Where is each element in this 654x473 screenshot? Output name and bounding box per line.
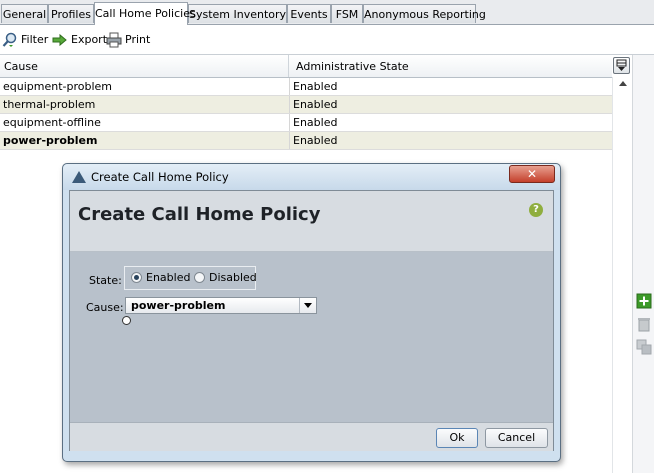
export-arrow-icon [52,32,68,48]
close-button[interactable]: ✕ [509,165,555,183]
tab-strip: General Profiles Call Home Policies Syst… [0,0,654,25]
cause-cell: thermal-problem [0,96,290,114]
cause-selected-value: power-problem [131,299,226,312]
state-label: State: [89,274,122,287]
state-enabled-radio[interactable]: Enabled [131,271,190,284]
column-header-administrative-state[interactable]: Administrative State [290,55,612,77]
table-header: Cause Administrative State [0,55,612,78]
table-row[interactable]: equipment-offline Enabled [0,114,612,132]
state-cell: Enabled [293,98,338,111]
tab-general[interactable]: General [1,4,48,23]
tab-system-inventory[interactable]: System Inventory [188,4,287,23]
printer-icon [106,32,122,48]
add-button[interactable] [636,293,652,309]
close-icon: ✕ [526,167,538,181]
tab-profiles[interactable]: Profiles [48,4,94,23]
side-action-bar [632,55,654,473]
filter-label: Filter [21,33,49,46]
print-label: Print [125,33,151,46]
radio-selected-icon [131,272,142,283]
cause-label: Cause: [86,301,124,314]
export-label: Export [71,33,108,46]
dialog-header: Create Call Home Policy ? [70,191,553,252]
dialog-content: Create Call Home Policy ? State: Enabled… [69,190,554,451]
dialog-footer: Ok Cancel [70,422,553,451]
state-enabled-label: Enabled [146,271,191,284]
tab-events[interactable]: Events [287,4,331,23]
state-cell: Enabled [293,116,338,129]
cause-cell: power-problem [0,132,290,150]
table-row-selected[interactable]: power-problem Enabled [0,132,612,150]
scroll-up-arrow-icon[interactable] [613,77,633,91]
table-scrollbar[interactable] [612,77,633,473]
delete-button[interactable] [636,316,652,332]
cause-dropdown[interactable]: power-problem [125,297,317,314]
cancel-button[interactable]: Cancel [485,428,548,448]
tab-fsm[interactable]: FSM [331,4,363,23]
dialog-heading: Create Call Home Policy [78,204,321,225]
dialog-window-title: Create Call Home Policy [91,170,229,184]
info-marker-icon [122,316,131,325]
tab-call-home-policies[interactable]: Call Home Policies [94,2,196,25]
properties-button[interactable] [636,339,652,355]
state-cell: Enabled [293,80,338,93]
column-chooser-icon [616,59,627,71]
filter-button[interactable]: Filter [2,31,48,48]
cause-cell: equipment-offline [0,114,290,132]
app-logo-icon [72,171,86,183]
radio-unselected-icon [194,272,205,283]
table-row[interactable]: thermal-problem Enabled [0,96,612,114]
cause-cell: equipment-problem [0,78,290,96]
ok-button[interactable]: Ok [436,428,478,448]
dialog-form: State: Enabled Disabled Cause: power-pro… [70,252,553,422]
tab-anonymous-reporting[interactable]: Anonymous Reporting [363,4,486,23]
dialog-titlebar[interactable]: Create Call Home Policy ✕ [63,164,560,190]
properties-icon [636,339,652,355]
state-disabled-radio[interactable]: Disabled [194,271,257,284]
state-disabled-label: Disabled [209,271,257,284]
trash-icon [638,318,650,332]
print-button[interactable]: Print [106,31,150,48]
create-call-home-policy-dialog: Create Call Home Policy ✕ Create Call Ho… [62,163,561,462]
help-icon[interactable]: ? [529,203,543,217]
filter-icon [2,32,18,48]
toolbar: Filter Export Print [0,25,654,55]
table-row[interactable]: equipment-problem Enabled [0,78,612,96]
state-radio-group: Enabled Disabled [124,266,257,290]
plus-icon [636,293,652,309]
state-cell: Enabled [293,134,338,147]
column-header-cause[interactable]: Cause [0,55,289,77]
export-button[interactable]: Export [52,31,107,48]
column-chooser-button[interactable] [613,57,630,74]
chevron-down-icon[interactable] [299,298,316,313]
